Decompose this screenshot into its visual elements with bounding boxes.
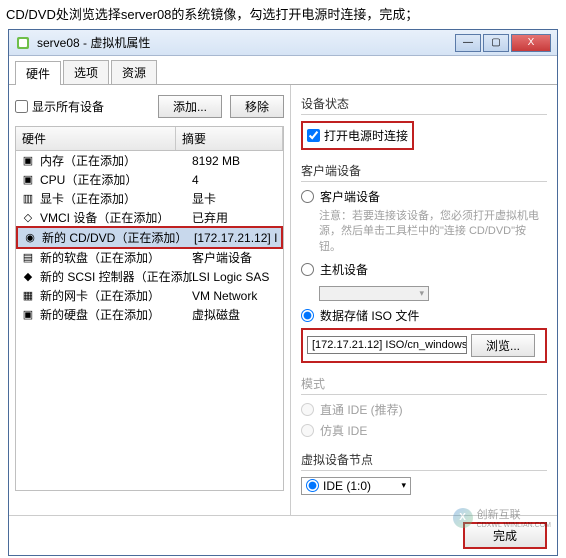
show-all-checkbox-input[interactable] (15, 100, 28, 113)
host-device-select: ▾ (319, 286, 429, 301)
tab-options[interactable]: 选项 (63, 60, 109, 84)
cpu-icon: ▣ (20, 173, 36, 187)
list-item[interactable]: ▣内存（正在添加）8192 MB (16, 151, 283, 170)
datastore-iso-radio[interactable]: 数据存储 ISO 文件 (301, 307, 547, 324)
list-item-cddvd[interactable]: ◉新的 CD/DVD（正在添加）[172.17.21.12] ISO/... (16, 226, 283, 249)
header-hardware[interactable]: 硬件 (16, 127, 176, 150)
iso-path-input[interactable]: [172.17.21.12] ISO/cn_windows_ser (307, 336, 467, 354)
device-type-title: 客户端设备 (301, 160, 547, 182)
watermark-sub: CDXWL WINLIAN.COM (477, 522, 551, 529)
watermark-brand: 创新互联 (477, 506, 551, 522)
tab-resources[interactable]: 资源 (111, 60, 157, 84)
watermark: X 创新互联 CDXWL WINLIAN.COM (453, 506, 551, 529)
list-item[interactable]: ▣新的硬盘（正在添加）虚拟磁盘 (16, 305, 283, 324)
maximize-button[interactable]: ▢ (483, 34, 509, 52)
emulate-radio-input (301, 424, 314, 437)
device-list-header: 硬件 摘要 (15, 126, 284, 151)
window-title: serve08 - 虚拟机属性 (37, 34, 455, 51)
tabs: 硬件 选项 资源 (9, 56, 557, 85)
device-type-group: 客户端设备 客户端设备 注意：若要连接该设备，您必须打开虚拟机电源，然后单击工具… (301, 160, 547, 363)
titlebar[interactable]: serve08 - 虚拟机属性 — ▢ X (9, 30, 557, 56)
host-device-radio[interactable]: 主机设备 (301, 261, 547, 278)
left-pane: 显示所有设备 添加... 移除 硬件 摘要 ▣内存（正在添加）8192 MB ▣… (9, 85, 291, 515)
connect-on-power-highlight: 打开电源时连接 (301, 121, 414, 150)
video-icon: ▥ (20, 192, 36, 206)
passthrough-radio: 直通 IDE (推荐) (301, 401, 547, 418)
device-status-title: 设备状态 (301, 93, 547, 115)
chevron-down-icon: ▾ (419, 288, 424, 299)
virtual-node-radio[interactable] (306, 479, 319, 492)
disk-icon: ▣ (20, 308, 36, 322)
client-device-label: 客户端设备 (320, 188, 380, 205)
mode-group: 模式 直通 IDE (推荐) 仿真 IDE (301, 373, 547, 439)
connect-on-power-input[interactable] (307, 129, 320, 142)
list-item[interactable]: ◆新的 SCSI 控制器（正在添加）LSI Logic SAS (16, 267, 283, 286)
cddvd-icon: ◉ (22, 231, 38, 245)
datastore-iso-radio-input[interactable] (301, 309, 314, 322)
virtual-node-select[interactable]: IDE (1:0) ▾ (301, 477, 411, 495)
show-all-label: 显示所有设备 (32, 98, 104, 115)
app-icon (15, 35, 31, 51)
scsi-icon: ◆ (20, 270, 36, 284)
add-button[interactable]: 添加... (158, 95, 222, 118)
list-item[interactable]: ▦新的网卡（正在添加）VM Network (16, 286, 283, 305)
connect-on-power-checkbox[interactable]: 打开电源时连接 (307, 127, 408, 144)
floppy-icon: ▤ (20, 251, 36, 265)
host-device-label: 主机设备 (320, 261, 368, 278)
passthrough-label: 直通 IDE (推荐) (320, 401, 403, 418)
memory-icon: ▣ (20, 154, 36, 168)
virtual-node-group: 虚拟设备节点 IDE (1:0) ▾ (301, 449, 547, 496)
close-button[interactable]: X (511, 34, 551, 52)
host-device-radio-input[interactable] (301, 263, 314, 276)
page-instruction: CD/DVD处浏览选择server08的系统镜像，勾选打开电源时连接，完成； (0, 0, 566, 27)
list-item[interactable]: ▣CPU（正在添加）4 (16, 170, 283, 189)
mode-title: 模式 (301, 373, 547, 395)
list-item[interactable]: ▤新的软盘（正在添加）客户端设备 (16, 248, 283, 267)
device-status-group: 设备状态 打开电源时连接 (301, 93, 547, 150)
header-summary[interactable]: 摘要 (176, 127, 283, 150)
browse-button[interactable]: 浏览... (471, 334, 535, 357)
connect-on-power-label: 打开电源时连接 (324, 127, 408, 144)
remove-button[interactable]: 移除 (230, 95, 284, 118)
right-pane: 设备状态 打开电源时连接 客户端设备 客户端设备 注意：若要连接该设备，您必须打… (291, 85, 557, 515)
chevron-down-icon: ▾ (401, 480, 406, 491)
vm-properties-window: serve08 - 虚拟机属性 — ▢ X 硬件 选项 资源 显示所有设备 添加… (8, 29, 558, 556)
client-device-note: 注意：若要连接该设备，您必须打开虚拟机电源，然后单击工具栏中的"连接 CD/DV… (301, 209, 547, 255)
virtual-node-title: 虚拟设备节点 (301, 449, 547, 471)
minimize-button[interactable]: — (455, 34, 481, 52)
tab-hardware[interactable]: 硬件 (15, 61, 61, 85)
iso-highlight: [172.17.21.12] ISO/cn_windows_ser 浏览... (301, 328, 547, 363)
client-device-radio-input[interactable] (301, 190, 314, 203)
list-item[interactable]: ▥显卡（正在添加）显卡 (16, 189, 283, 208)
list-item[interactable]: ◇VMCI 设备（正在添加）已弃用 (16, 208, 283, 227)
show-all-devices-checkbox[interactable]: 显示所有设备 (15, 98, 150, 115)
vmci-icon: ◇ (20, 211, 36, 225)
datastore-iso-label: 数据存储 ISO 文件 (320, 307, 419, 324)
emulate-label: 仿真 IDE (320, 422, 367, 439)
device-list[interactable]: ▣内存（正在添加）8192 MB ▣CPU（正在添加）4 ▥显卡（正在添加）显卡… (15, 151, 284, 491)
nic-icon: ▦ (20, 289, 36, 303)
emulate-radio: 仿真 IDE (301, 422, 547, 439)
client-device-radio[interactable]: 客户端设备 (301, 188, 547, 205)
virtual-node-value: IDE (1:0) (323, 479, 401, 493)
passthrough-radio-input (301, 403, 314, 416)
watermark-logo-icon: X (453, 508, 473, 528)
